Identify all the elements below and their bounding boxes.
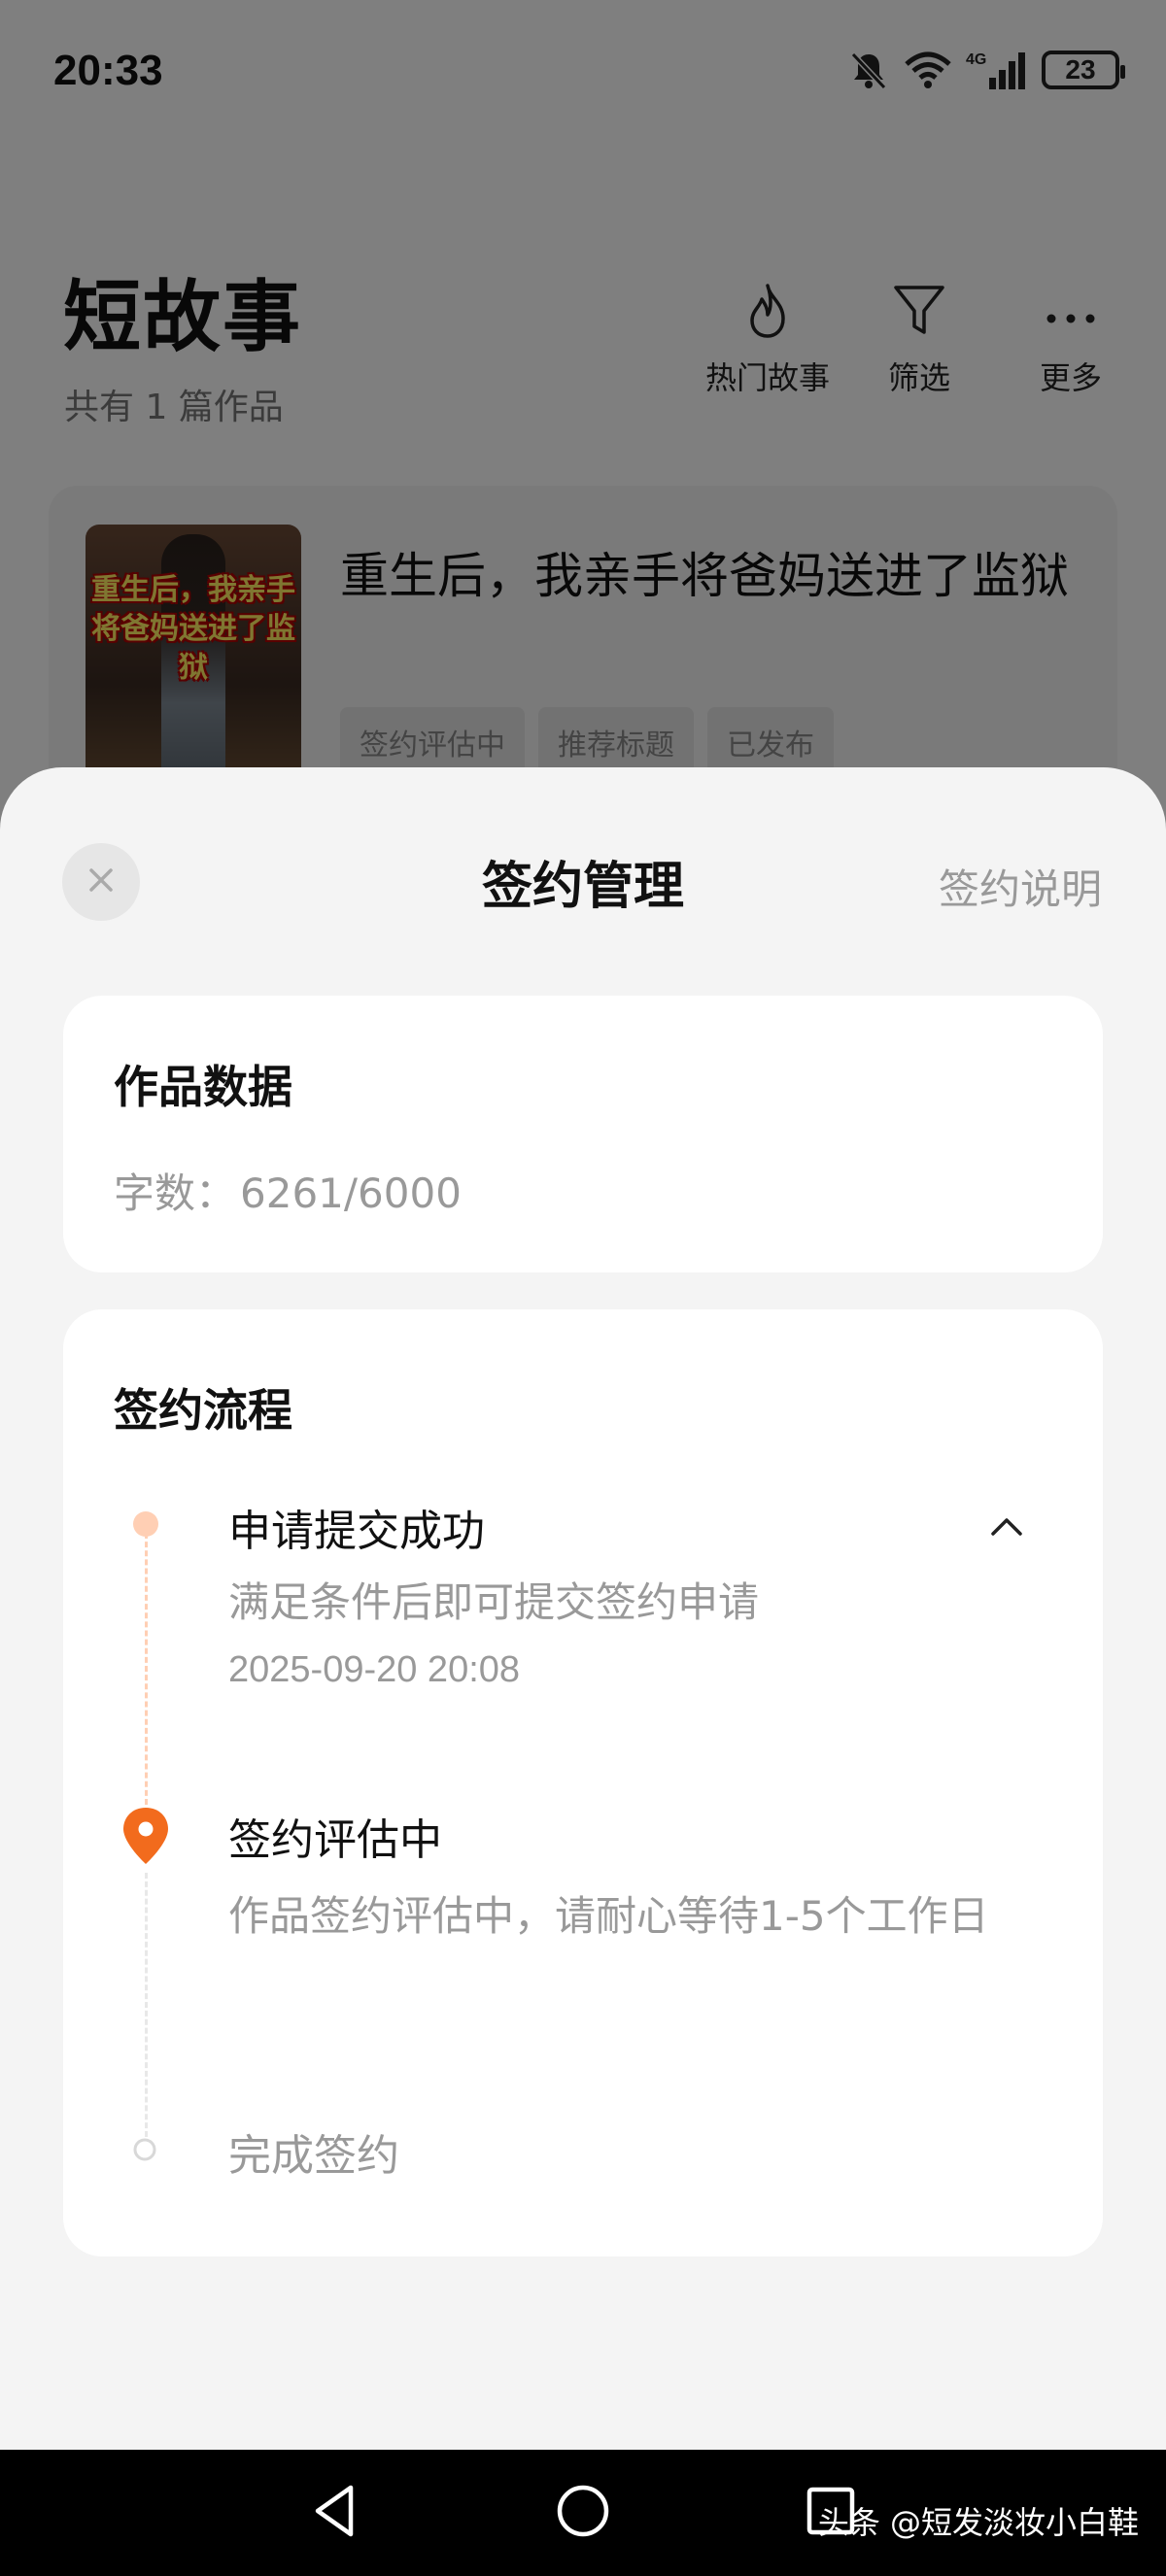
nav-home-button[interactable]	[549, 2479, 617, 2547]
signing-management-sheet: 签约管理 签约说明 作品数据 字数：6261/6000 签约流程 申请提交成功 …	[0, 767, 1166, 2450]
word-count-label: 字数：	[114, 1169, 237, 1217]
step-pending-circle-icon	[132, 2137, 157, 2166]
step-time-submitted: 2025-09-20 20:08	[228, 1649, 521, 1690]
works-data-panel: 作品数据 字数：6261/6000	[63, 996, 1103, 1272]
current-location-pin-icon	[120, 1805, 172, 1871]
signing-flow-heading: 签约流程	[114, 1384, 292, 1437]
word-count-value: 6261/6000	[240, 1169, 462, 1217]
system-navigation-bar: 头条 @短发淡妆小白鞋	[0, 2450, 1166, 2576]
step-title-completed: 完成签约	[228, 2131, 399, 2181]
step-title-evaluating: 签约评估中	[228, 1815, 442, 1865]
back-triangle-icon	[308, 2482, 362, 2544]
step-desc-evaluating: 作品签约评估中，请耐心等待1-5个工作日	[228, 1892, 989, 1940]
step-desc-submitted: 满足条件后即可提交签约申请	[228, 1578, 760, 1626]
works-data-heading: 作品数据	[114, 1061, 292, 1113]
signing-help-link[interactable]: 签约说明	[939, 857, 1102, 916]
step-done-dot-icon	[131, 1509, 160, 1542]
signing-flow-panel: 签约流程 申请提交成功 满足条件后即可提交签约申请 2025-09-20 20:…	[63, 1309, 1103, 2256]
watermark-text: 头条 @短发淡妆小白鞋	[817, 2504, 1139, 2541]
step-title-submitted: 申请提交成功	[228, 1507, 485, 1556]
collapse-chevron-up-icon[interactable]	[990, 1515, 1023, 1541]
home-circle-icon	[554, 2482, 612, 2544]
timeline-connector-done	[145, 1533, 148, 1805]
word-count: 字数：6261/6000	[114, 1161, 462, 1220]
timeline-connector-pending	[145, 1873, 148, 2137]
nav-back-button[interactable]	[301, 2479, 369, 2547]
